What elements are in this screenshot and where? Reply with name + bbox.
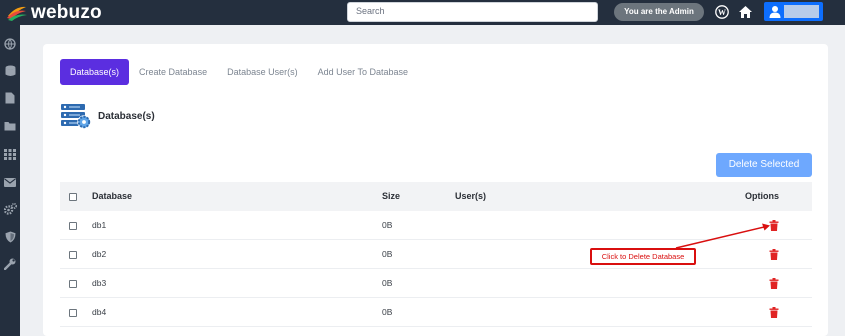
column-header-database: Database xyxy=(92,191,133,201)
delete-selected-button[interactable]: Delete Selected xyxy=(716,153,812,177)
trash-icon[interactable] xyxy=(769,278,779,289)
database-name: db4 xyxy=(92,307,107,317)
database-name: db2 xyxy=(92,249,107,259)
trash-icon[interactable] xyxy=(769,307,779,318)
user-name xyxy=(784,5,819,18)
apps-grid-icon[interactable] xyxy=(3,147,17,161)
top-bar: webuzo Search You are the Admin W xyxy=(0,0,845,25)
webuzo-logo[interactable]: webuzo xyxy=(6,2,102,23)
tab-add-user-to-database[interactable]: Add User To Database xyxy=(308,59,418,85)
tab-databases[interactable]: Database(s) xyxy=(60,59,130,85)
user-icon xyxy=(769,6,781,18)
database-size: 0B xyxy=(382,307,393,317)
gears-icon[interactable] xyxy=(3,202,17,216)
database-size: 0B xyxy=(382,278,393,288)
user-menu-button[interactable] xyxy=(764,2,823,21)
row-checkbox[interactable] xyxy=(69,222,77,230)
database-settings-icon xyxy=(60,103,92,131)
database-name: db3 xyxy=(92,278,107,288)
folder-icon[interactable] xyxy=(3,119,17,133)
database-icon[interactable] xyxy=(3,64,17,78)
file-icon[interactable] xyxy=(3,91,17,105)
table-header: Database Size User(s) Options xyxy=(60,182,812,211)
databases-table: Database Size User(s) Options db1 0B db2… xyxy=(60,182,812,327)
table-row: db3 0B xyxy=(60,269,812,298)
webuzo-logo-icon xyxy=(7,6,27,21)
wordpress-icon[interactable]: W xyxy=(714,4,730,20)
column-header-options: Options xyxy=(745,191,779,201)
page-title: Database(s) xyxy=(98,111,155,122)
wrench-icon[interactable] xyxy=(3,257,17,271)
column-header-users: User(s) xyxy=(455,191,487,201)
select-all-checkbox[interactable] xyxy=(69,193,77,201)
database-size: 0B xyxy=(382,249,393,259)
mail-icon[interactable] xyxy=(3,175,17,189)
svg-text:W: W xyxy=(718,8,726,17)
logo-text: webuzo xyxy=(31,2,102,23)
shield-icon[interactable] xyxy=(3,230,17,244)
row-checkbox[interactable] xyxy=(69,251,77,259)
trash-icon[interactable] xyxy=(769,249,779,260)
home-icon[interactable] xyxy=(737,4,753,20)
row-checkbox[interactable] xyxy=(69,280,77,288)
database-size: 0B xyxy=(382,220,393,230)
tab-create-database[interactable]: Create Database xyxy=(129,59,217,85)
table-row: db1 0B xyxy=(60,211,812,240)
tab-bar: Database(s) Create Database Database Use… xyxy=(60,59,418,85)
trash-icon[interactable] xyxy=(769,220,779,231)
column-header-size: Size xyxy=(382,191,401,201)
tab-database-users[interactable]: Database User(s) xyxy=(217,59,308,85)
sidebar xyxy=(0,25,20,336)
database-name: db1 xyxy=(92,220,107,230)
delete-annotation-callout: Click to Delete Database xyxy=(590,248,696,265)
table-row: db2 0B xyxy=(60,240,812,269)
search-input[interactable]: Search xyxy=(347,2,598,22)
row-checkbox[interactable] xyxy=(69,309,77,317)
table-row: db4 0B xyxy=(60,298,812,327)
globe-icon[interactable] xyxy=(3,37,17,51)
admin-badge: You are the Admin xyxy=(614,3,704,21)
